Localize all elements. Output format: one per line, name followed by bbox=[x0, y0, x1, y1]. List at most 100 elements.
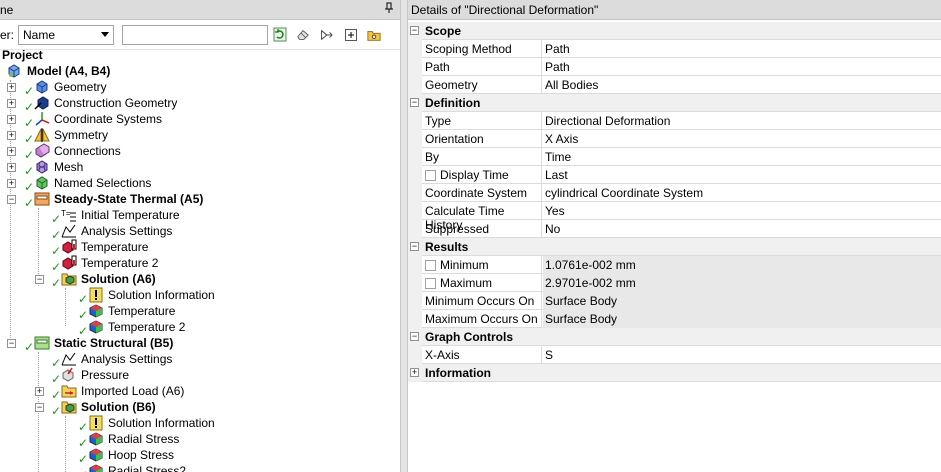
pin-icon[interactable] bbox=[384, 2, 394, 17]
tree-item[interactable]: + ✓ Construction Geometry bbox=[0, 95, 400, 114]
group-definition[interactable]: − Definition bbox=[408, 94, 941, 112]
property-value[interactable]: X Axis bbox=[543, 130, 941, 148]
coords-icon bbox=[34, 111, 50, 127]
parameter-checkbox[interactable] bbox=[425, 260, 436, 271]
tree-item-label: Hoop Stress bbox=[108, 448, 175, 462]
group-title: Results bbox=[425, 240, 469, 254]
refresh-icon[interactable] bbox=[272, 26, 288, 43]
expand-icon[interactable]: + bbox=[7, 163, 16, 172]
property-row[interactable]: Geometry All Bodies bbox=[408, 76, 941, 94]
tree-item-label: Radial Stress2 bbox=[108, 464, 187, 472]
property-value[interactable]: Last bbox=[543, 166, 941, 184]
property-row[interactable]: Path Path bbox=[408, 58, 941, 76]
expand-icon[interactable]: + bbox=[7, 83, 16, 92]
tree-item[interactable]: ✓ Temperature 2 bbox=[0, 319, 400, 338]
tree-item[interactable]: + ✓ Named Selections bbox=[0, 175, 400, 194]
group-scope[interactable]: − Scope bbox=[408, 22, 941, 40]
tree-item[interactable]: ✓ Pressure bbox=[0, 367, 400, 386]
tree-item[interactable]: ✓ Solution Information bbox=[0, 415, 400, 434]
property-value[interactable]: All Bodies bbox=[543, 76, 941, 94]
tree-item[interactable]: ✓ Temperature 2 bbox=[0, 255, 400, 274]
info-icon bbox=[88, 287, 104, 303]
property-value[interactable]: S bbox=[543, 346, 941, 364]
tree-item[interactable]: + ✓ Geometry bbox=[0, 79, 400, 98]
eraser-icon[interactable] bbox=[295, 26, 311, 43]
tree-item[interactable]: ✓ Analysis Settings bbox=[0, 223, 400, 242]
plus-icon[interactable] bbox=[343, 26, 359, 43]
collapse-icon[interactable]: − bbox=[410, 26, 419, 35]
property-row[interactable]: By Time bbox=[408, 148, 941, 166]
tree-item-label: Temperature bbox=[81, 240, 149, 254]
tree-item[interactable]: ✓ Solution Information bbox=[0, 287, 400, 306]
property-row[interactable]: Orientation X Axis bbox=[408, 130, 941, 148]
collapse-icon[interactable]: − bbox=[7, 195, 16, 204]
panel-splitter[interactable] bbox=[400, 0, 408, 472]
property-value[interactable]: Directional Deformation bbox=[543, 112, 941, 130]
tree-item-label: Static Structural (B5) bbox=[54, 336, 174, 350]
collapse-icon[interactable]: − bbox=[35, 275, 44, 284]
property-row[interactable]: Display Time Last bbox=[408, 166, 941, 184]
expand-icon[interactable]: + bbox=[35, 387, 44, 396]
collapse-icon[interactable]: − bbox=[35, 403, 44, 412]
expand-icon[interactable]: + bbox=[7, 147, 16, 156]
property-row[interactable]: Calculate Time History Yes bbox=[408, 202, 941, 232]
group-information[interactable]: + Information bbox=[408, 364, 941, 382]
tree-item[interactable]: ✓ Radial Stress bbox=[0, 431, 400, 450]
property-row[interactable]: X-Axis S bbox=[408, 346, 941, 364]
tree-item[interactable]: − ✓ Steady-State Thermal (A5) bbox=[0, 191, 400, 210]
property-value[interactable]: Path bbox=[543, 58, 941, 76]
tree-item-label: Project bbox=[2, 48, 43, 62]
property-key: Maximum bbox=[422, 274, 542, 292]
tree-item[interactable]: + ✓ Mesh bbox=[0, 159, 400, 178]
property-row[interactable]: Minimum 1.0761e-002 mm bbox=[408, 256, 941, 274]
property-row[interactable]: Suppressed No bbox=[408, 220, 941, 238]
property-value[interactable]: Path bbox=[543, 40, 941, 58]
tree-item-label: Solution Information bbox=[108, 416, 215, 430]
filter-select[interactable]: Name bbox=[18, 25, 114, 45]
tree-item-label: Radial Stress bbox=[108, 432, 180, 446]
expand-icon[interactable]: + bbox=[7, 179, 16, 188]
tree-item[interactable]: + ✓ Coordinate Systems bbox=[0, 111, 400, 130]
tree-item[interactable]: − ✓ Static Structural (B5) bbox=[0, 335, 400, 354]
parameter-checkbox[interactable] bbox=[425, 278, 436, 289]
settings-icon bbox=[61, 223, 77, 239]
group-graph-controls[interactable]: − Graph Controls bbox=[408, 328, 941, 346]
tree-item[interactable]: − ✓ Solution (A6) bbox=[0, 271, 400, 290]
collapse-icon[interactable]: − bbox=[410, 242, 419, 251]
search-input[interactable] bbox=[122, 25, 268, 45]
folder-icon[interactable] bbox=[366, 26, 382, 43]
tree-item[interactable]: + ✓ Imported Load (A6) bbox=[0, 383, 400, 402]
property-row[interactable]: Type Directional Deformation bbox=[408, 112, 941, 130]
property-row[interactable]: Maximum 2.9701e-002 mm bbox=[408, 274, 941, 292]
property-value[interactable]: Time bbox=[543, 148, 941, 166]
tree-item[interactable]: T= ✓ Initial Temperature bbox=[0, 207, 400, 226]
property-row[interactable]: Coordinate System cylindrical Coordinate… bbox=[408, 184, 941, 202]
collapse-icon[interactable]: − bbox=[410, 98, 419, 107]
tree-item[interactable]: ✓ Temperature bbox=[0, 303, 400, 322]
expand-icon[interactable]: + bbox=[7, 99, 16, 108]
collapse-icon[interactable]: − bbox=[410, 332, 419, 341]
tree-item[interactable]: ✓ Temperature bbox=[0, 239, 400, 258]
group-results[interactable]: − Results bbox=[408, 238, 941, 256]
tree-item[interactable]: ✓ Analysis Settings bbox=[0, 351, 400, 370]
expand-icon[interactable]: + bbox=[410, 368, 419, 377]
tree-item[interactable]: − ✓ Solution (B6) bbox=[0, 399, 400, 418]
property-row[interactable]: Scoping Method Path bbox=[408, 40, 941, 58]
tree-item[interactable]: ✓ Hoop Stress bbox=[0, 447, 400, 466]
tree-item[interactable]: + ✓ Symmetry bbox=[0, 127, 400, 146]
parameter-checkbox[interactable] bbox=[425, 170, 436, 181]
collapse-icon[interactable]: − bbox=[7, 339, 16, 348]
tree-item-label: Steady-State Thermal (A5) bbox=[54, 192, 204, 206]
expand-icon[interactable]: + bbox=[7, 115, 16, 124]
property-row[interactable]: Minimum Occurs On Surface Body bbox=[408, 292, 941, 310]
property-row[interactable]: Maximum Occurs On Surface Body bbox=[408, 310, 941, 328]
symmetry-icon bbox=[34, 127, 50, 143]
property-value[interactable]: No bbox=[543, 220, 941, 238]
property-value[interactable]: Yes bbox=[543, 202, 941, 220]
tree-item[interactable]: + ✓ Connections bbox=[0, 143, 400, 162]
expand-icon[interactable]: + bbox=[7, 131, 16, 140]
property-value[interactable]: cylindrical Coordinate System bbox=[543, 184, 941, 202]
svg-text:T=: T= bbox=[61, 209, 71, 218]
tree-item[interactable]: ✓ Radial Stress2 bbox=[0, 463, 400, 472]
tree-expand-icon[interactable] bbox=[318, 26, 334, 43]
